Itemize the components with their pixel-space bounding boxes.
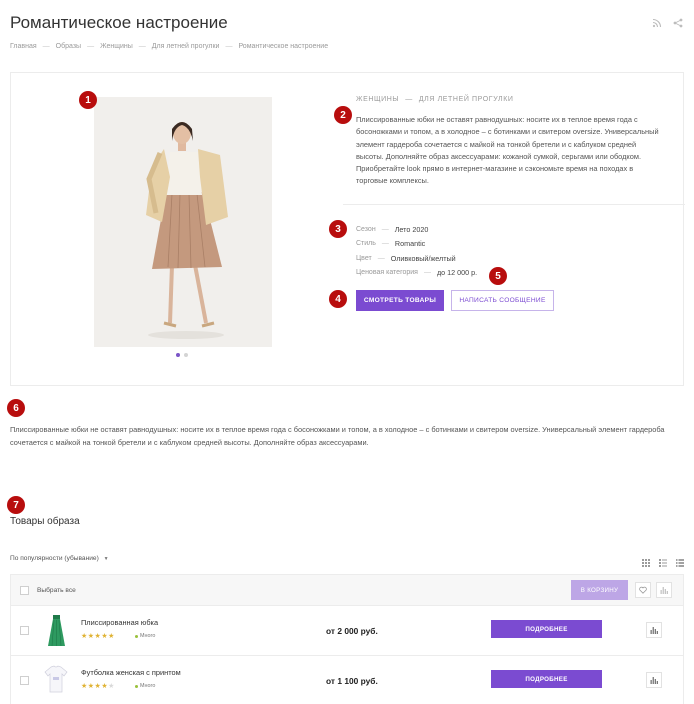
section-summer-walk[interactable]: Для летней прогулки — [419, 96, 514, 103]
marker-1: 1 — [79, 91, 97, 109]
look-section-path: Женщины — Для летней прогулки — [356, 96, 514, 103]
marker-5: 5 — [489, 267, 507, 285]
row-compare-button[interactable] — [646, 622, 662, 638]
details-button[interactable]: Подробнее — [491, 670, 602, 688]
stock-dot-icon — [135, 684, 138, 688]
property-color: Цвет — Оливковый/желтый — [356, 251, 477, 266]
compare-button[interactable] — [656, 582, 672, 598]
compare-icon — [650, 671, 658, 689]
select-all-checkbox[interactable] — [20, 586, 29, 595]
add-to-cart-button[interactable]: В корзину — [571, 580, 628, 600]
marker-2: 2 — [334, 106, 352, 124]
table-row[interactable]: Плиссированная юбка ★★★★★ Много от 2 000… — [10, 606, 684, 656]
property-price-category: Ценовая категория — до 12 000 р. — [356, 266, 477, 281]
property-value: Оливковый/желтый — [390, 253, 456, 263]
property-label: Цвет — [356, 254, 372, 262]
photo-dot-1[interactable] — [176, 353, 180, 357]
property-style: Стиль — Romantic — [356, 237, 477, 252]
stock-status: Много — [135, 633, 155, 639]
breadcrumb-home[interactable]: Главная — [10, 43, 37, 50]
photo-pagination — [176, 353, 188, 357]
products-title: Товары образа — [10, 516, 80, 527]
marker-3: 3 — [329, 220, 347, 238]
section-separator: — — [405, 96, 413, 103]
select-all-label[interactable]: Выбрать все — [37, 587, 76, 594]
sort-dropdown[interactable]: По популярности (убывание) ▼ — [10, 555, 109, 562]
tile-view-icon[interactable] — [642, 554, 650, 567]
property-label: Сезон — [356, 225, 376, 233]
page-actions — [652, 18, 683, 28]
card-divider — [343, 204, 685, 205]
property-value: Лето 2020 — [394, 224, 429, 234]
row-compare-button[interactable] — [646, 672, 662, 688]
row-checkbox[interactable] — [20, 626, 29, 635]
stock-dot-icon — [135, 634, 138, 638]
table-row[interactable]: Футболка женская с принтом ★★★★★ Много о… — [10, 656, 684, 704]
property-value: до 12 000 р. — [436, 268, 478, 278]
product-rating: ★★★★★ — [81, 683, 115, 690]
write-message-button[interactable]: Написать сообщение — [451, 290, 554, 311]
look-card: 1 2 3 4 5 Женщины — Для летней прогулки … — [10, 72, 685, 386]
property-season: Сезон — Лето 2020 — [356, 222, 477, 237]
breadcrumb-women[interactable]: Женщины — [100, 43, 133, 50]
details-button[interactable]: Подробнее — [491, 620, 602, 638]
section-women[interactable]: Женщины — [356, 96, 399, 103]
look-description: Плиссированные юбки не оставят равнодушн… — [356, 115, 659, 186]
stock-status: Много — [135, 683, 155, 689]
compare-icon — [660, 581, 668, 599]
view-products-button[interactable]: Смотреть товары — [356, 290, 444, 311]
breadcrumb-separator: — — [42, 43, 50, 50]
marker-7: 7 — [7, 496, 25, 514]
list-view-icon[interactable] — [659, 554, 667, 567]
breadcrumb-current: Романтическое настроение — [238, 43, 329, 50]
property-label: Ценовая категория — [356, 269, 418, 277]
page-title: Романтическое настроение — [10, 13, 228, 32]
compare-icon — [650, 621, 658, 639]
chevron-down-icon: ▼ — [103, 556, 109, 562]
sort-label: По популярности (убывание) — [10, 555, 99, 562]
products-list-header: Выбрать все В корзину — [10, 574, 684, 606]
breadcrumb-separator: — — [225, 43, 233, 50]
rss-icon[interactable] — [652, 18, 662, 28]
product-name[interactable]: Футболка женская с принтом — [81, 668, 181, 677]
row-checkbox[interactable] — [20, 676, 29, 685]
product-price: от 2 000 руб. — [326, 626, 378, 636]
marker-4: 4 — [329, 290, 347, 308]
breadcrumb-separator: — — [87, 43, 95, 50]
product-name[interactable]: Плиссированная юбка — [81, 618, 158, 627]
product-price: от 1 100 руб. — [326, 676, 378, 686]
marker-6: 6 — [7, 399, 25, 417]
share-icon[interactable] — [673, 18, 683, 28]
look-photo[interactable] — [94, 97, 272, 347]
look-properties: Сезон — Лето 2020 Стиль — Romantic Цвет — Олив… — [356, 222, 477, 280]
property-dash: — — [423, 269, 431, 277]
product-thumbnail[interactable] — [44, 664, 68, 700]
product-rating: ★★★★★ — [81, 633, 115, 640]
property-dash: — — [381, 240, 389, 248]
heart-icon — [639, 581, 647, 599]
photo-dot-2[interactable] — [184, 353, 188, 357]
property-dash: — — [377, 254, 385, 262]
property-dash: — — [381, 225, 389, 233]
stock-label: Много — [140, 633, 156, 639]
property-value: Romantic — [394, 239, 426, 249]
view-switcher — [642, 554, 684, 567]
favorite-button[interactable] — [635, 582, 651, 598]
property-label: Стиль — [356, 240, 376, 248]
breadcrumb-looks[interactable]: Образы — [56, 43, 81, 50]
breadcrumb-summer-walk[interactable]: Для летней прогулки — [152, 43, 220, 50]
breadcrumb-separator: — — [138, 43, 146, 50]
product-thumbnail[interactable] — [47, 613, 66, 649]
table-view-icon[interactable] — [676, 554, 684, 567]
stock-label: Много — [140, 683, 156, 689]
breadcrumb: Главная — Образы — Женщины — Для летней про… — [10, 43, 328, 50]
look-long-description: Плиссированные юбки не оставят равнодушн… — [10, 425, 665, 448]
